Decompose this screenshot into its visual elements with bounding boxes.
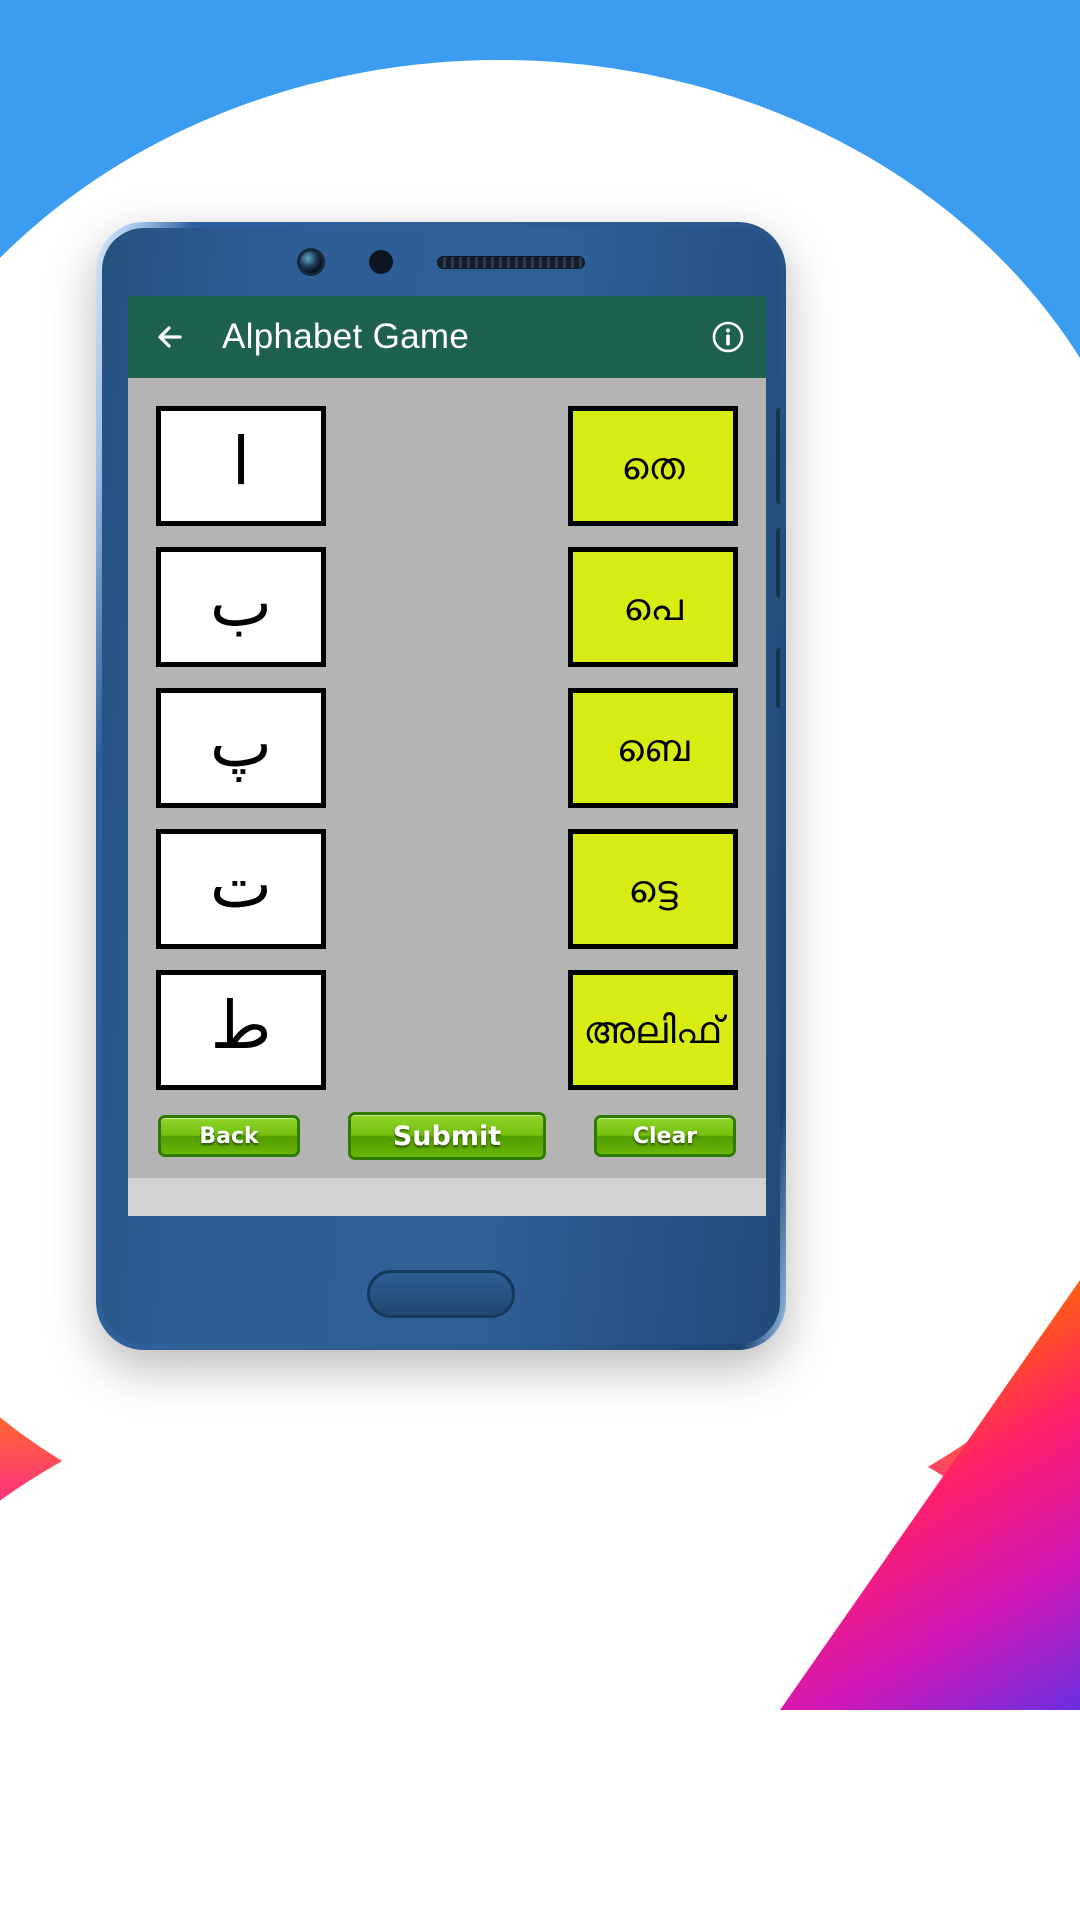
power-button[interactable] [776,648,780,708]
match-row: ب പെ [156,547,738,667]
app-bar: Alphabet Game [128,296,766,378]
matching-rows: ا തെ ب പെ پ ബെ ت ട്ടെ ط അലിഫ് [156,406,738,1090]
malayalam-the: തെ [621,444,685,488]
target-card-4[interactable]: ട്ടെ [568,829,738,949]
back-arrow-icon[interactable] [150,316,192,358]
phone-screen: Alphabet Game ا തെ ب പെ پ ബെ ت ട്ടെ ط അല… [128,296,766,1216]
arabic-letter-ta: ت [209,846,273,923]
volume-up-button[interactable] [776,408,780,504]
target-card-2[interactable]: പെ [568,547,738,667]
front-camera-icon [297,248,325,276]
source-card-5[interactable]: ط [156,970,326,1090]
bottom-spacer [128,1178,766,1216]
source-card-4[interactable]: ت [156,829,326,949]
source-card-3[interactable]: پ [156,688,326,808]
action-button-bar: Back Submit Clear [156,1112,738,1160]
source-card-1[interactable]: ا [156,406,326,526]
phone-body: Alphabet Game ا തെ ب പെ پ ബെ ت ട്ടെ ط അല… [102,228,780,1344]
malayalam-be: ബെ [616,726,690,770]
arabic-letter-alif: ا [231,423,251,500]
clear-button[interactable]: Clear [594,1115,736,1157]
phone-sensor-bar [102,228,780,296]
page-title: Alphabet Game [222,317,470,356]
target-card-3[interactable]: ബെ [568,688,738,808]
game-content: ا തെ ب പെ پ ബെ ت ട്ടെ ط അലിഫ് Back Submi… [128,378,766,1216]
phone-mockup: Alphabet Game ا തെ ب പെ پ ബെ ت ട്ടെ ط അല… [96,222,786,1350]
earpiece-speaker-icon [437,255,585,269]
arabic-letter-pe: پ [209,705,273,782]
target-card-5[interactable]: അലിഫ് [568,970,738,1090]
match-row: ت ട്ടെ [156,829,738,949]
malayalam-tte: ട്ടെ [628,867,678,911]
malayalam-alif: അലിഫ് [583,1008,723,1052]
info-icon[interactable] [708,317,748,357]
arabic-letter-tah: ط [210,987,272,1064]
submit-button[interactable]: Submit [348,1112,546,1160]
back-button[interactable]: Back [158,1115,300,1157]
proximity-sensor-icon [369,250,393,274]
volume-down-button[interactable] [776,528,780,598]
match-row: ا തെ [156,406,738,526]
match-row: ط അലിഫ് [156,970,738,1090]
target-card-1[interactable]: തെ [568,406,738,526]
arabic-letter-ba: ب [209,564,273,641]
match-row: پ ബെ [156,688,738,808]
home-button[interactable] [367,1270,515,1318]
source-card-2[interactable]: ب [156,547,326,667]
malayalam-pe: പെ [623,585,683,629]
